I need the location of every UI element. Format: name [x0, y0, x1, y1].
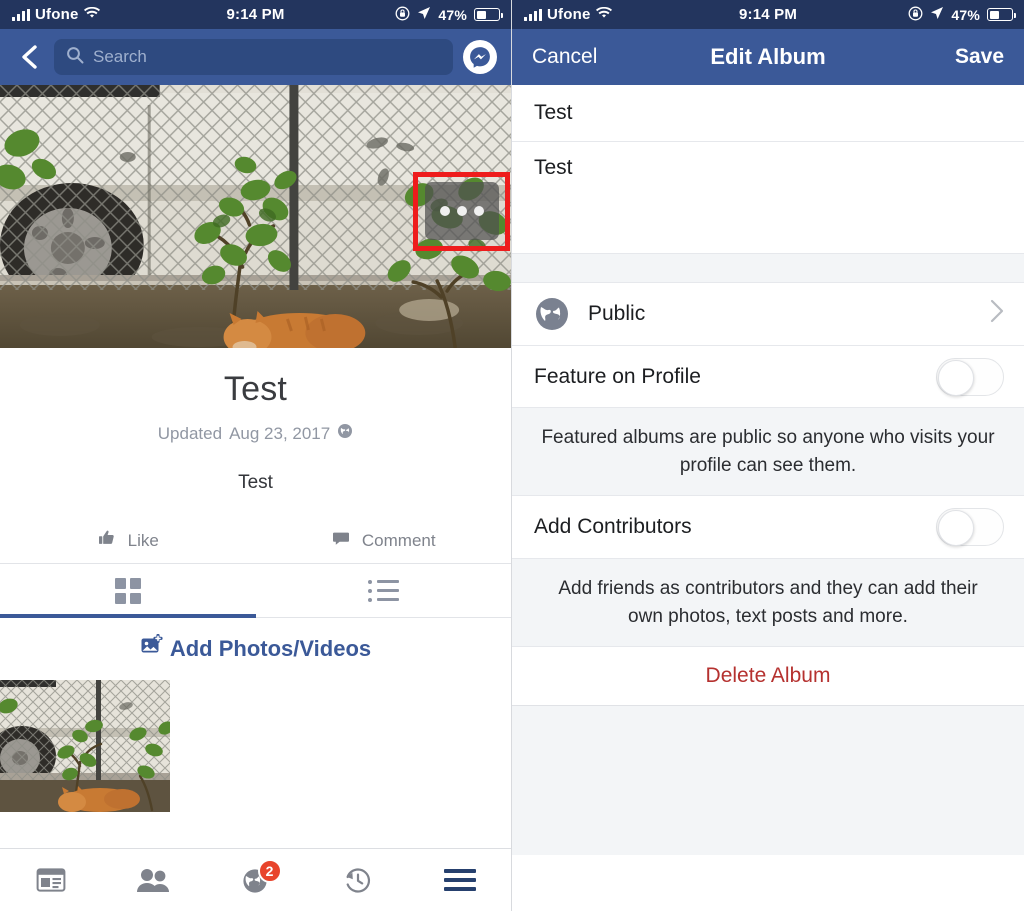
messenger-button[interactable]: [463, 40, 497, 74]
wifi-icon: [595, 6, 612, 23]
annotation-highlight-box: [413, 172, 510, 251]
hamburger-menu-icon: [443, 869, 476, 891]
photo-thumbnail[interactable]: [0, 680, 170, 812]
add-contributors-label: Add Contributors: [534, 515, 692, 539]
comment-label: Comment: [361, 530, 436, 550]
album-updated-date: Aug 23, 2017: [229, 423, 331, 443]
album-cover-photo[interactable]: [0, 85, 511, 348]
bottom-nav-history[interactable]: [307, 849, 409, 911]
comment-button[interactable]: Comment: [256, 518, 512, 563]
empty-area: [512, 705, 1024, 856]
privacy-label: Public: [588, 302, 646, 325]
messenger-icon: [470, 47, 490, 68]
album-fields-card: Test Test: [512, 85, 1024, 253]
add-contributors-row[interactable]: Add Contributors: [512, 496, 1024, 559]
status-bar-indicators: 47%: [395, 6, 511, 24]
dual-screenshot-container: Ufone 9:14 PM 47% Search Test Updated Au…: [0, 0, 1024, 911]
cancel-button[interactable]: Cancel: [532, 45, 597, 69]
photo-thumbnail-image: [0, 680, 170, 812]
album-title: Test: [223, 370, 288, 408]
status-bar-left: Ufone 9:14 PM 47%: [0, 0, 511, 29]
album-description: Test: [238, 472, 273, 493]
status-bar-carrier-group: Ufone: [0, 6, 100, 23]
battery-icon: [987, 8, 1016, 21]
list-view-icon: [367, 579, 399, 602]
bottom-nav-notifications[interactable]: 2: [204, 849, 306, 911]
toggle-knob: [938, 510, 974, 547]
add-photo-icon: [140, 633, 164, 664]
feature-on-profile-label: Feature on Profile: [534, 364, 701, 388]
comment-bubble-icon: [331, 528, 351, 553]
globe-icon: [534, 296, 570, 332]
back-button[interactable]: [14, 42, 44, 72]
toggle-knob: [938, 359, 974, 396]
add-contributors-helper-text: Add friends as contributors and they can…: [512, 558, 1024, 648]
edit-album-panel: Ufone 9:14 PM 47% Cancel Edit Album Save: [512, 0, 1024, 911]
like-button[interactable]: Like: [0, 518, 256, 563]
top-navigation-bar: Search: [0, 29, 511, 85]
battery-icon: [474, 8, 503, 21]
album-description-value: Test: [534, 156, 573, 179]
wifi-icon: [83, 6, 100, 23]
location-arrow-icon: [417, 6, 431, 23]
search-placeholder: Search: [93, 47, 147, 66]
edit-album-navigation-bar: Cancel Edit Album Save: [512, 29, 1024, 85]
album-name-value: Test: [534, 101, 573, 124]
carrier-label: Ufone: [35, 6, 79, 23]
add-photos-videos-button[interactable]: Add Photos/Videos: [0, 618, 511, 680]
album-info-section: Test Updated Aug 23, 2017 Test: [0, 348, 511, 494]
album-name-field[interactable]: Test: [512, 85, 1024, 141]
thumbs-up-icon: [97, 528, 117, 553]
status-bar-indicators: 47%: [908, 6, 1024, 24]
feature-on-profile-row[interactable]: Feature on Profile: [512, 345, 1024, 407]
signal-bars-icon: [12, 8, 30, 21]
like-label: Like: [127, 530, 159, 550]
photo-thumbnail-strip: [0, 680, 511, 812]
news-feed-icon: [36, 868, 66, 892]
globe-icon: [337, 423, 353, 444]
album-description-field[interactable]: Test: [512, 141, 1024, 253]
tab-grid-view[interactable]: [0, 564, 256, 618]
notifications-badge: 2: [257, 859, 282, 883]
tab-list-view[interactable]: [256, 564, 512, 617]
add-photos-label: Add Photos/Videos: [169, 636, 372, 661]
status-bar-carrier-group: Ufone: [512, 6, 612, 23]
bottom-nav-news-feed[interactable]: [0, 849, 102, 911]
bottom-nav-menu[interactable]: [409, 849, 511, 911]
bottom-tab-bar: 2: [0, 848, 511, 911]
rotation-lock-icon: [395, 6, 410, 24]
battery-percent-label: 47%: [951, 6, 980, 23]
album-view-panel: Ufone 9:14 PM 47% Search Test Updated Au…: [0, 0, 512, 911]
rotation-lock-icon: [908, 6, 923, 24]
search-input[interactable]: Search: [54, 39, 453, 75]
friends-icon: [137, 869, 170, 892]
save-button[interactable]: Save: [955, 45, 1004, 69]
status-bar-right: Ufone 9:14 PM 47%: [512, 0, 1024, 29]
bottom-nav-friends[interactable]: [102, 849, 204, 911]
back-chevron-icon: [22, 45, 37, 69]
location-arrow-icon: [930, 6, 944, 23]
privacy-row[interactable]: Public: [512, 283, 1024, 345]
feature-on-profile-toggle[interactable]: [936, 357, 1004, 396]
delete-album-label: Delete Album: [705, 664, 831, 688]
view-mode-tabs: [0, 564, 511, 618]
carrier-label: Ufone: [547, 6, 591, 23]
section-divider: [512, 253, 1024, 283]
signal-bars-icon: [524, 8, 542, 21]
album-updated-label: Updated: [157, 423, 223, 443]
feature-on-profile-helper-text: Featured albums are public so anyone who…: [512, 407, 1024, 497]
search-icon: [66, 46, 84, 69]
battery-percent-label: 47%: [438, 6, 467, 23]
add-contributors-toggle[interactable]: [936, 508, 1004, 547]
like-comment-row: Like Comment: [0, 518, 511, 564]
album-updated-row: Updated Aug 23, 2017: [0, 423, 511, 444]
delete-album-button[interactable]: Delete Album: [512, 647, 1024, 706]
clock-history-icon: [346, 868, 370, 893]
grid-view-icon: [114, 577, 141, 604]
chevron-right-icon: [990, 299, 1004, 329]
